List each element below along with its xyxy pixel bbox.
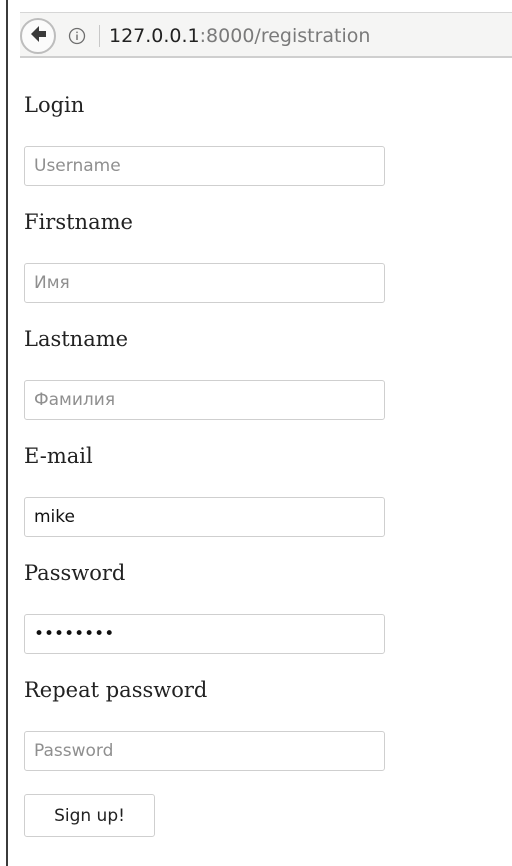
url-separator — [99, 25, 100, 47]
info-circle-icon[interactable] — [68, 27, 86, 45]
password-input[interactable] — [24, 614, 385, 654]
toolbar-top-gap — [8, 0, 512, 8]
url-path: :8000/registration — [199, 25, 371, 47]
password-label: Password — [24, 561, 126, 585]
url-text[interactable]: 127.0.0.1:8000/registration — [109, 25, 370, 47]
arrow-left-icon — [27, 23, 49, 49]
repeat-password-label: Repeat password — [24, 678, 208, 702]
repeat-password-input[interactable] — [24, 731, 385, 771]
email-input[interactable] — [24, 497, 385, 537]
url-host: 127.0.0.1 — [109, 25, 200, 47]
address-bar[interactable]: 127.0.0.1:8000/registration — [20, 12, 512, 58]
window-left-edge — [0, 0, 8, 866]
firstname-input[interactable] — [24, 263, 385, 303]
back-button[interactable] — [20, 18, 56, 54]
email-label: E-mail — [24, 444, 93, 468]
lastname-label: Lastname — [24, 327, 129, 351]
lastname-input[interactable] — [24, 380, 385, 420]
firstname-label: Firstname — [24, 210, 133, 234]
username-input[interactable] — [24, 146, 385, 186]
login-label: Login — [24, 93, 85, 117]
browser-toolbar: 127.0.0.1:8000/registration — [8, 0, 512, 80]
sign-up-button[interactable]: Sign up! — [24, 794, 155, 837]
